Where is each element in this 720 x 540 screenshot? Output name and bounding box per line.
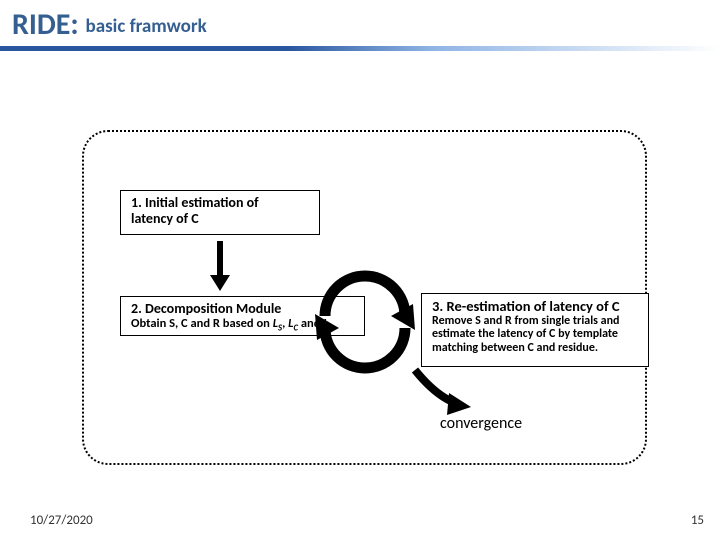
footer-page-number: 15: [691, 513, 704, 528]
convergence-label: convergence: [440, 414, 522, 433]
node2-sub-prefix: Obtain S, C and R based on: [131, 316, 273, 331]
arrow-down-icon: [210, 241, 230, 291]
node3-body: Remove S and R from single trials and es…: [432, 315, 638, 356]
arrow-to-convergence-icon: [405, 365, 475, 420]
footer-date: 10/27/2020: [30, 513, 93, 528]
slide-title: RIDE: basic framwork: [0, 0, 720, 48]
title-ride: RIDE:: [12, 6, 86, 43]
node1-line1: 1. Initial estimation of: [131, 195, 309, 211]
node1-line2: latency of C: [131, 211, 309, 227]
title-rest: basic framwork: [86, 15, 207, 38]
title-underline: [0, 46, 720, 51]
node-initial-estimation: 1. Initial estimation of latency of C: [120, 190, 320, 235]
node3-header: 3. Re-estimation of latency of C: [432, 298, 638, 315]
node-reestimation: 3. Re-estimation of latency of C Remove …: [421, 293, 649, 367]
